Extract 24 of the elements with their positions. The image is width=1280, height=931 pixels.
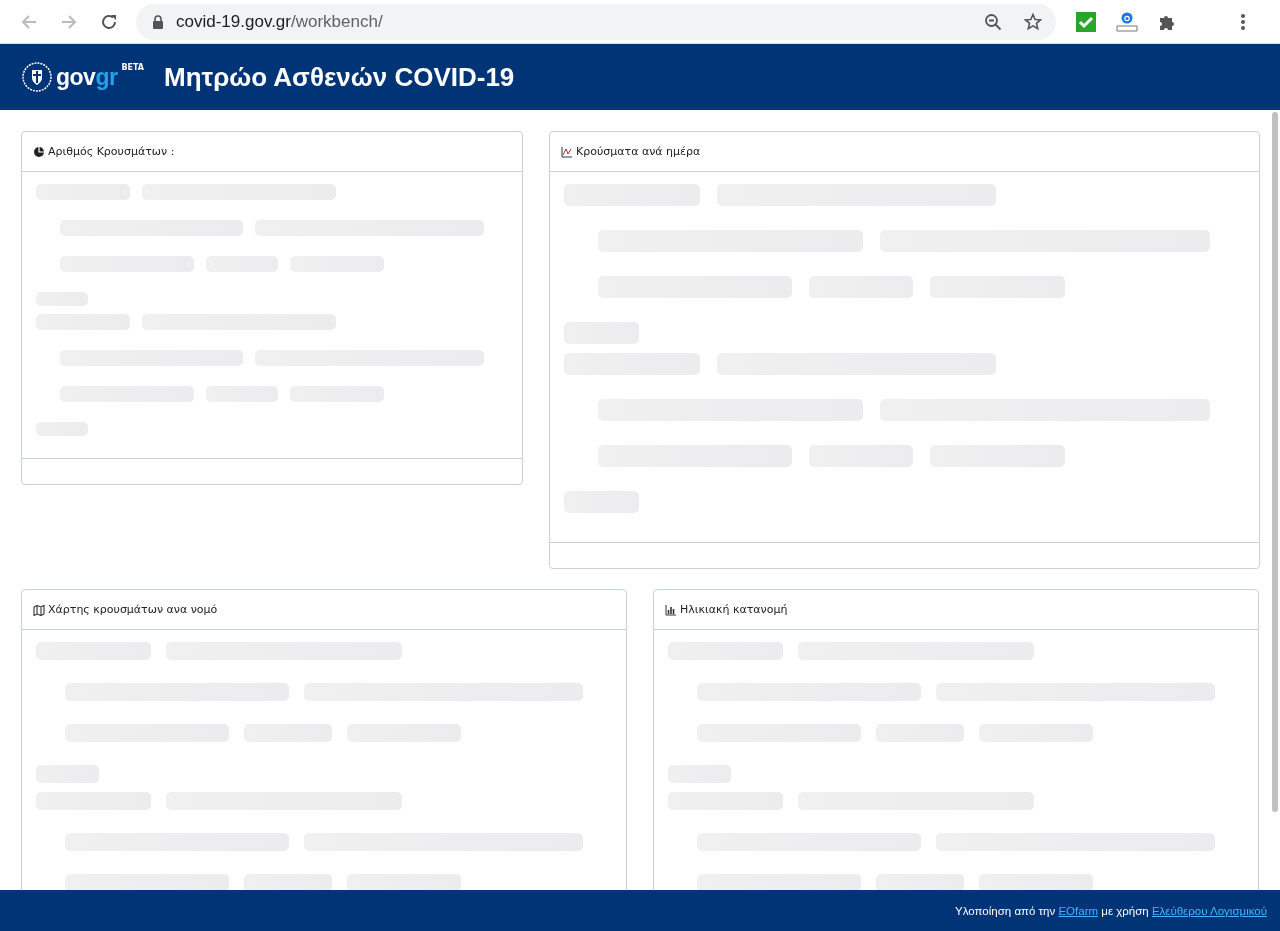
emblem-icon xyxy=(22,62,52,92)
eofarm-link[interactable]: EOfarm xyxy=(1058,904,1099,917)
card-title: Χάρτης κρουσμάτων ανα νομό xyxy=(48,603,218,616)
star-icon[interactable] xyxy=(1024,12,1042,31)
page-title: Μητρώο Ασθενών COVID-19 xyxy=(164,61,515,93)
pie-chart-icon xyxy=(33,145,45,158)
reload-icon[interactable] xyxy=(100,12,118,31)
url-text: covid-19.gov.gr/workbench/ xyxy=(176,11,384,32)
card-title: Αριθμός Κρουσμάτων : xyxy=(48,145,175,158)
footer-text: Υλοποίηση από την EOfarm με χρήση Ελεύθερου Λογισμικού xyxy=(955,904,1267,917)
address-bar[interactable]: covid-19.gov.gr/workbench/ xyxy=(136,3,1056,40)
zoom-out-icon[interactable] xyxy=(984,12,1002,31)
bar-chart-icon xyxy=(665,603,677,616)
logo-text: govgr xyxy=(56,63,118,91)
card-title: Κρούσματα ανά ημέρα xyxy=(576,145,701,158)
checkmark-extension-icon[interactable] xyxy=(1076,11,1096,32)
scrollbar-thumb[interactable] xyxy=(1272,112,1278,812)
lock-icon xyxy=(152,14,164,29)
line-chart-icon xyxy=(561,145,573,158)
beta-label: BETA xyxy=(121,63,144,72)
card-title: Ηλικιακή κατανομή xyxy=(680,603,788,616)
free-software-link[interactable]: Ελεύθερου Λογισμικού xyxy=(1151,904,1267,917)
map-icon xyxy=(33,603,45,616)
menu-icon[interactable] xyxy=(1240,12,1246,31)
